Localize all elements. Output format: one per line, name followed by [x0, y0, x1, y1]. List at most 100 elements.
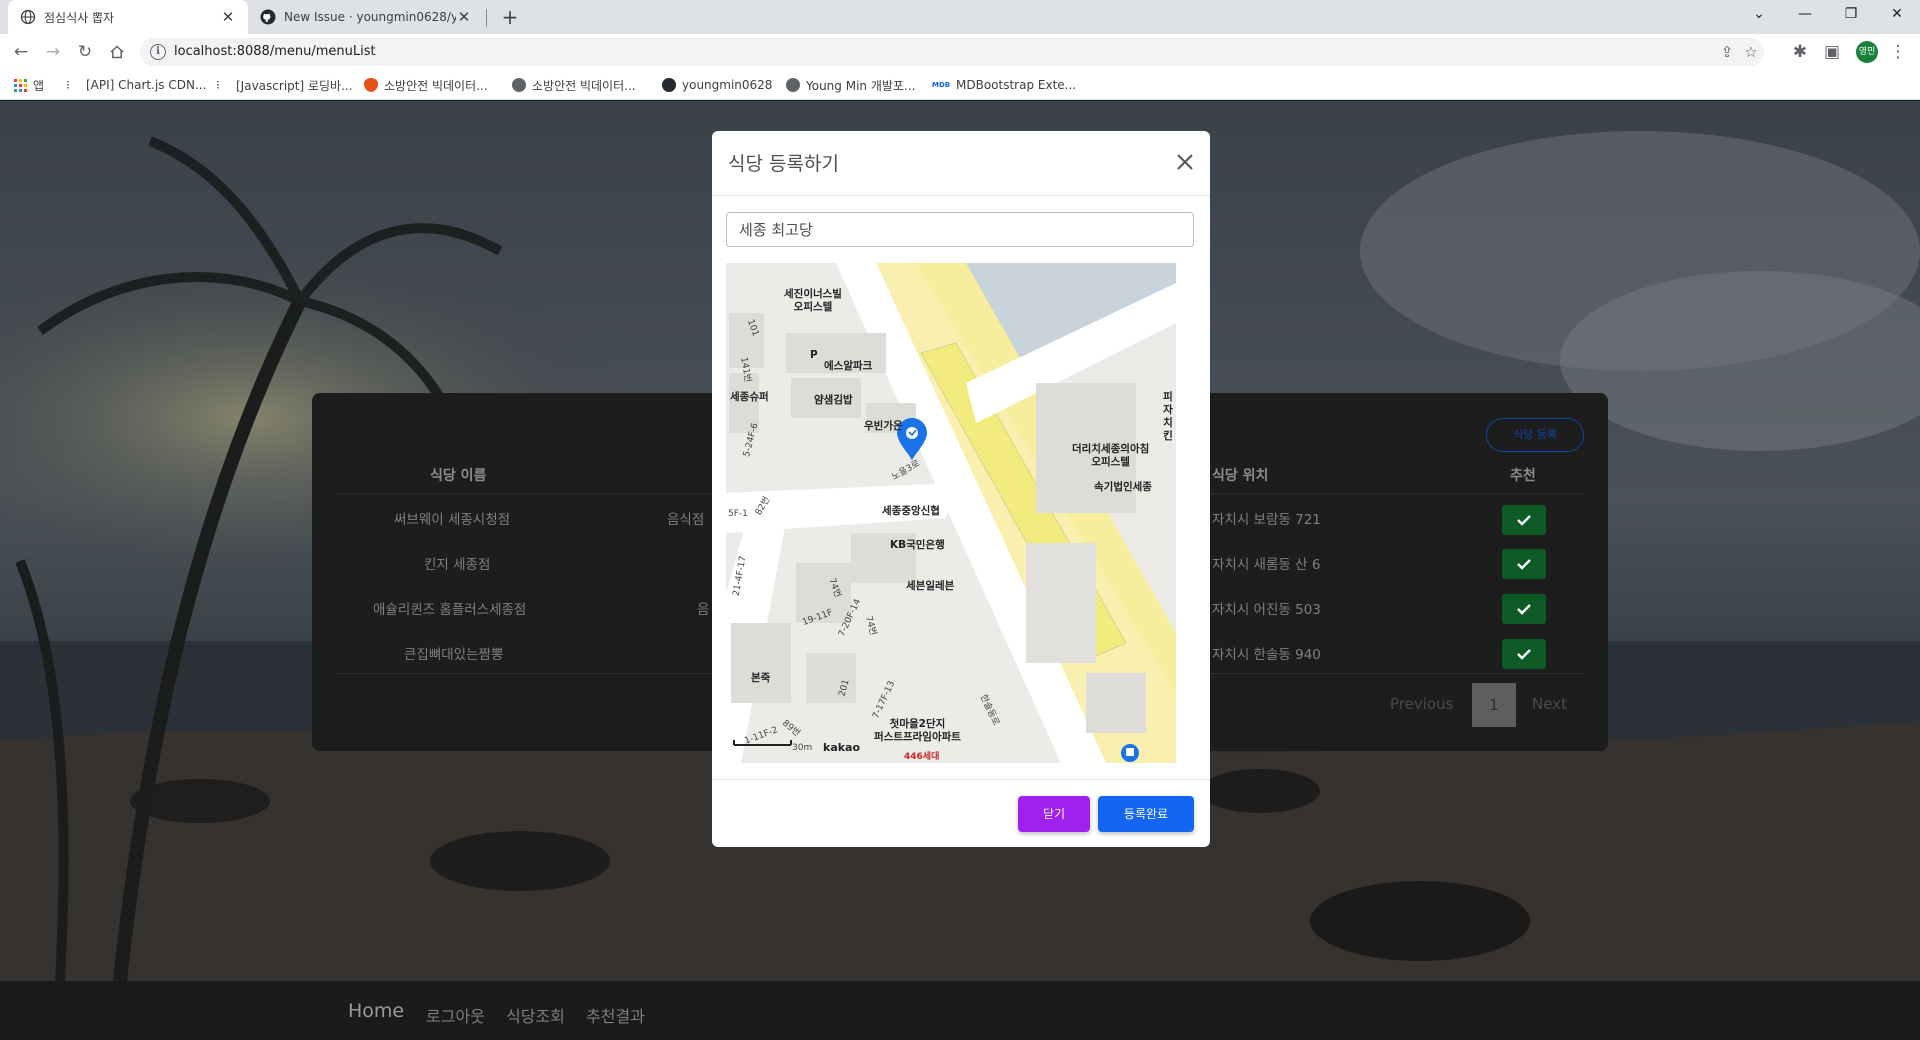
modal-footer-divider [712, 779, 1210, 780]
map-label: 더리치세종의아침 오피스텔 [1072, 443, 1150, 468]
restore-icon[interactable]: ❐ [1828, 0, 1874, 30]
tab-active[interactable]: 점심식사 뽑자 ✕ [8, 0, 248, 34]
map-label: 에스알파크 [824, 360, 873, 372]
map-label: 피자 치킨 [1163, 391, 1173, 442]
cell-restaurant-name: 써브웨이 세종시청점 [394, 512, 511, 528]
apps-grid-icon [14, 78, 27, 92]
restaurant-name-input[interactable] [726, 212, 1194, 247]
bookmark-label: MDBootstrap Exte... [956, 78, 1077, 92]
add-restaurant-button[interactable]: 식당 등록 [1486, 418, 1584, 452]
bookmark-apps[interactable]: 앱 [14, 76, 44, 94]
recommend-button[interactable] [1502, 549, 1546, 579]
site-info-icon[interactable]: i [150, 44, 166, 60]
home-icon[interactable] [105, 40, 129, 64]
bookmark-item[interactable]: ⁝ [Javascript] 로딩바... [216, 76, 353, 94]
browser-tabstrip: 점심식사 뽑자 ✕ New Issue · youngmin0628/you ✕… [0, 0, 1920, 34]
bookmark-item[interactable]: 소방안전 빅데이터... [364, 76, 488, 94]
bookmark-label: 앱 [33, 78, 45, 93]
cell-category: 음 [697, 602, 710, 618]
nav-search-link[interactable]: 식당조회 [506, 1003, 565, 1027]
cell-location: 자치시 보람동 721 [1212, 512, 1321, 528]
nav-home-link[interactable]: Home [348, 1000, 404, 1022]
extensions-icon[interactable]: ✱ [1788, 40, 1812, 64]
menu-kebab-icon[interactable]: ⋮ [1886, 40, 1910, 64]
tab-close-icon[interactable]: ✕ [456, 8, 472, 26]
modal-header-divider [712, 195, 1210, 196]
check-icon [1517, 649, 1531, 660]
map-label: 속기법인세종 [1094, 481, 1152, 493]
cell-restaurant-name: 큰집뼈대있는짬뽕 [404, 647, 504, 663]
modal-title: 식당 등록하기 [728, 153, 839, 175]
pagination-previous[interactable]: Previous [1390, 695, 1453, 713]
map-label: 우빈가온 [864, 420, 903, 432]
column-header-location: 식당 위치 [1212, 468, 1269, 484]
bookmark-label: [API] Chart.js CDN... [86, 78, 207, 92]
globe-icon [786, 78, 800, 92]
map-canvas [726, 263, 1176, 763]
check-icon [1517, 559, 1531, 570]
close-icon[interactable] [1173, 150, 1197, 174]
share-icon[interactable]: ⇪ [1718, 43, 1736, 61]
cell-restaurant-name: 애슐리퀸즈 홈플러스세종점 [373, 602, 527, 618]
bookmarks-bar: 앱 ⁝ [API] Chart.js CDN... ⁝ [Javascript]… [0, 70, 1920, 100]
recommend-button[interactable] [1502, 594, 1546, 624]
globe-icon [20, 9, 36, 25]
tab-title: 점심식사 뽑자 [44, 10, 115, 25]
pagination-next[interactable]: Next [1532, 695, 1567, 713]
bookmark-star-icon[interactable]: ☆ [1742, 43, 1760, 61]
kakao-map[interactable]: 세진이너스빌 오피스텔 P 에스알파크 세종슈퍼 얌샘김밥 우빈가온 세종중앙신… [726, 263, 1176, 763]
bookmark-label: youngmin0628 [682, 78, 773, 92]
recommend-button[interactable] [1502, 639, 1546, 669]
parking-icon: P [810, 349, 818, 361]
side-panel-icon[interactable]: ▣ [1820, 40, 1844, 64]
dots-icon: ⁝ [216, 78, 220, 92]
map-label: 세븐일레븐 [906, 580, 955, 592]
register-restaurant-modal: 식당 등록하기 세종 최고당 세진이너스빌 오피스텔 P 에스알파크 세종슈퍼 … [712, 131, 1210, 847]
bookmark-label: 소방안전 빅데이터... [384, 78, 488, 93]
map-label: KB국민은행 [890, 539, 945, 551]
bookmark-item[interactable]: 소방안전 빅데이터... [512, 76, 636, 94]
globe-icon [512, 78, 526, 92]
forward-icon[interactable]: → [41, 40, 65, 64]
cell-restaurant-name: 킨지 세종점 [424, 557, 491, 573]
cell-location: 자치시 새롬동 산 6 [1212, 557, 1321, 573]
tab-close-icon[interactable]: ✕ [220, 8, 236, 26]
fire-shield-icon [364, 78, 378, 92]
nav-logout-link[interactable]: 로그아웃 [426, 1003, 485, 1027]
tab-inactive[interactable]: New Issue · youngmin0628/you ✕ [248, 0, 484, 34]
map-red-label: 446세대 [904, 752, 940, 762]
map-label: 얌샘김밥 [814, 394, 853, 406]
column-header-recommend: 추천 [1510, 468, 1536, 484]
minimize-icon[interactable]: — [1782, 0, 1828, 30]
new-tab-icon[interactable]: + [498, 5, 522, 29]
close-window-icon[interactable]: ✕ [1874, 0, 1920, 30]
map-label: 첫마을2단지 퍼스트프라임아파트 [874, 718, 961, 743]
bookmark-item[interactable]: youngmin0628 [662, 76, 772, 94]
address-bar[interactable]: i localhost:8088/menu/menuList ⇪ ☆ [140, 38, 1764, 66]
profile-avatar[interactable]: 영민 [1856, 41, 1878, 63]
tab-separator [486, 9, 487, 27]
tab-title: New Issue · youngmin0628/you [284, 10, 456, 24]
reload-icon[interactable]: ↻ [73, 40, 97, 64]
check-icon [1517, 604, 1531, 615]
bookmark-item[interactable]: ⁝ [API] Chart.js CDN... [66, 76, 206, 94]
browser-toolbar: ← → ↻ i localhost:8088/menu/menuList ⇪ ☆… [0, 34, 1920, 70]
map-road-label: 5F-1 [728, 509, 748, 519]
check-icon [1517, 515, 1531, 526]
github-icon [662, 78, 676, 92]
cell-location: 자치시 한솔동 940 [1212, 647, 1321, 663]
recommend-button[interactable] [1502, 505, 1546, 535]
map-label: 세종중앙신협 [882, 505, 940, 517]
cell-location: 자치시 어진동 503 [1212, 602, 1321, 618]
close-button[interactable]: 닫기 [1018, 796, 1090, 832]
pagination-current[interactable]: 1 [1472, 683, 1516, 727]
bookmark-item[interactable]: Young Min 개발포... [786, 76, 915, 94]
map-label: 본죽 [751, 672, 771, 684]
bookmark-label: 소방안전 빅데이터... [532, 78, 636, 93]
dots-icon: ⁝ [66, 78, 70, 92]
nav-results-link[interactable]: 추천결과 [586, 1003, 645, 1027]
back-icon[interactable]: ← [9, 40, 33, 64]
submit-button[interactable]: 등록완료 [1098, 796, 1194, 832]
bookmark-item[interactable]: MDB MDBootstrap Exte... [932, 76, 1076, 94]
tab-search-icon[interactable]: ⌄ [1736, 0, 1782, 30]
